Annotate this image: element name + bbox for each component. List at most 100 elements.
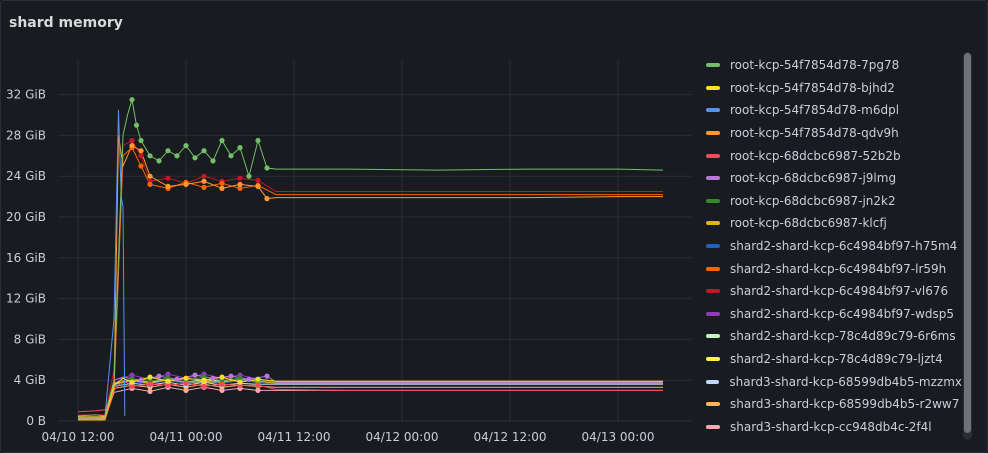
- legend-swatch: [706, 334, 720, 339]
- series-point: [183, 181, 189, 187]
- series-point: [201, 377, 207, 383]
- x-tick-label: 04/12 00:00: [366, 430, 439, 444]
- series-point: [165, 175, 171, 181]
- series-point: [264, 373, 270, 379]
- legend-item[interactable]: shard2-shard-kcp-78c4d89c79-ljzt4: [700, 348, 962, 371]
- legend-item[interactable]: root-kcp-54f7854d78-qdv9h: [700, 122, 962, 145]
- series-point: [264, 196, 270, 202]
- series-point: [210, 158, 216, 164]
- series-point: [165, 183, 171, 189]
- series-point: [174, 153, 180, 159]
- legend-label: shard2-shard-kcp-78c4d89c79-6r6ms: [730, 329, 956, 344]
- legend-swatch: [706, 357, 720, 362]
- series-point: [183, 380, 189, 386]
- legend-label: root-kcp-54f7854d78-7pg78: [730, 58, 900, 73]
- legend-label: root-kcp-68dcbc6987-52b2b: [730, 148, 901, 163]
- series-point: [201, 173, 207, 179]
- series-point: [183, 375, 189, 381]
- x-tick-label: 04/12 12:00: [474, 430, 547, 444]
- legend-swatch: [706, 198, 720, 203]
- series-point: [219, 381, 225, 387]
- series-point: [237, 379, 243, 385]
- series-point: [147, 173, 153, 179]
- legend-label: shard2-shard-kcp-6c4984bf97-lr59h: [730, 261, 947, 276]
- series-point: [165, 378, 171, 384]
- series-point: [138, 137, 144, 144]
- legend-label: shard2-shard-kcp-6c4984bf97-wdsp5: [730, 306, 955, 321]
- legend-swatch: [706, 266, 720, 271]
- legend-item[interactable]: shard3-shard-kcp-cc948db4c-2f4l: [700, 416, 962, 439]
- legend-swatch: [706, 176, 720, 181]
- y-tick-label: 4 GiB: [14, 373, 46, 387]
- y-tick-label: 8 GiB: [14, 332, 46, 346]
- series-point: [246, 376, 252, 382]
- legend-label: shard3-shard-kcp-68599db4b5-r2ww7: [730, 397, 960, 412]
- legend-item[interactable]: shard3-shard-kcp-68599db4b5-mzzmx: [700, 370, 962, 393]
- series-point: [255, 376, 261, 382]
- series-point: [255, 382, 261, 388]
- legend-swatch: [706, 153, 720, 158]
- legend-item[interactable]: root-kcp-68dcbc6987-jn2k2: [700, 190, 962, 213]
- legend-scrollbar[interactable]: [963, 52, 972, 440]
- legend-item[interactable]: root-kcp-54f7854d78-bjhd2: [700, 77, 962, 100]
- series-point: [156, 158, 162, 164]
- series-point: [138, 148, 144, 154]
- series-point: [255, 177, 261, 183]
- series-point: [237, 145, 243, 151]
- series-point: [183, 143, 189, 149]
- series-point: [129, 137, 135, 144]
- series-point: [129, 97, 135, 103]
- series-point: [246, 173, 252, 179]
- legend-item[interactable]: shard2-shard-kcp-6c4984bf97-lr59h: [700, 257, 962, 280]
- series-point: [219, 374, 225, 380]
- legend-item[interactable]: shard2-shard-kcp-78c4d89c79-6r6ms: [700, 325, 962, 348]
- y-tick-label: 12 GiB: [6, 292, 46, 306]
- y-tick-label: 28 GiB: [6, 128, 46, 142]
- series-point: [147, 153, 153, 159]
- series-point: [147, 181, 153, 187]
- series-point: [201, 184, 207, 190]
- legend-item[interactable]: root-kcp-54f7854d78-m6dpl: [700, 99, 962, 122]
- series-point: [192, 372, 198, 378]
- legend: root-kcp-54f7854d78-7pg78 root-kcp-54f785…: [700, 54, 962, 444]
- legend-item[interactable]: shard2-shard-kcp-6c4984bf97-h75m4: [700, 235, 962, 258]
- series-point: [201, 148, 207, 154]
- legend-swatch: [706, 244, 720, 249]
- legend-swatch: [706, 63, 720, 68]
- series-point: [264, 165, 270, 171]
- series-point: [228, 373, 234, 379]
- legend-label: root-kcp-54f7854d78-m6dpl: [730, 103, 900, 118]
- series-point: [133, 122, 140, 128]
- series-point: [129, 379, 135, 385]
- legend-item[interactable]: root-kcp-54f7854d78-7pg78: [700, 54, 962, 77]
- series-point: [228, 153, 234, 159]
- legend-label: root-kcp-68dcbc6987-klcfj: [730, 216, 887, 231]
- y-tick-label: 0 B: [26, 414, 46, 428]
- series-point: [219, 185, 225, 191]
- series-point: [147, 374, 153, 380]
- legend-label: shard3-shard-kcp-cc948db4c-2f4l: [730, 419, 932, 434]
- legend-label: shard2-shard-kcp-6c4984bf97-h75m4: [730, 239, 958, 254]
- legend-scrollbar-thumb[interactable]: [964, 53, 971, 433]
- legend-item[interactable]: shard2-shard-kcp-6c4984bf97-wdsp5: [700, 303, 962, 326]
- legend-label: shard2-shard-kcp-78c4d89c79-ljzt4: [730, 352, 943, 367]
- x-tick-label: 04/11 12:00: [258, 430, 331, 444]
- legend-item[interactable]: shard3-shard-kcp-68599db4b5-r2ww7: [700, 393, 962, 416]
- legend-label: root-kcp-54f7854d78-bjhd2: [730, 80, 895, 95]
- legend-item[interactable]: shard2-shard-kcp-6c4984bf97-vl676: [700, 280, 962, 303]
- series-point: [237, 175, 243, 181]
- y-tick-label: 32 GiB: [6, 88, 46, 102]
- series-point: [129, 143, 135, 149]
- legend-item[interactable]: root-kcp-68dcbc6987-52b2b: [700, 144, 962, 167]
- legend-swatch: [706, 131, 720, 136]
- legend-item[interactable]: root-kcp-68dcbc6987-j9lmg: [700, 167, 962, 190]
- legend-swatch: [706, 108, 720, 113]
- legend-item[interactable]: root-kcp-68dcbc6987-klcfj: [700, 212, 962, 235]
- legend-swatch: [706, 289, 720, 294]
- series-point: [192, 155, 198, 161]
- series-point: [255, 137, 261, 144]
- series-point: [237, 181, 243, 187]
- series-point: [138, 153, 144, 159]
- legend-label: shard2-shard-kcp-6c4984bf97-vl676: [730, 284, 949, 299]
- legend-swatch: [706, 85, 720, 90]
